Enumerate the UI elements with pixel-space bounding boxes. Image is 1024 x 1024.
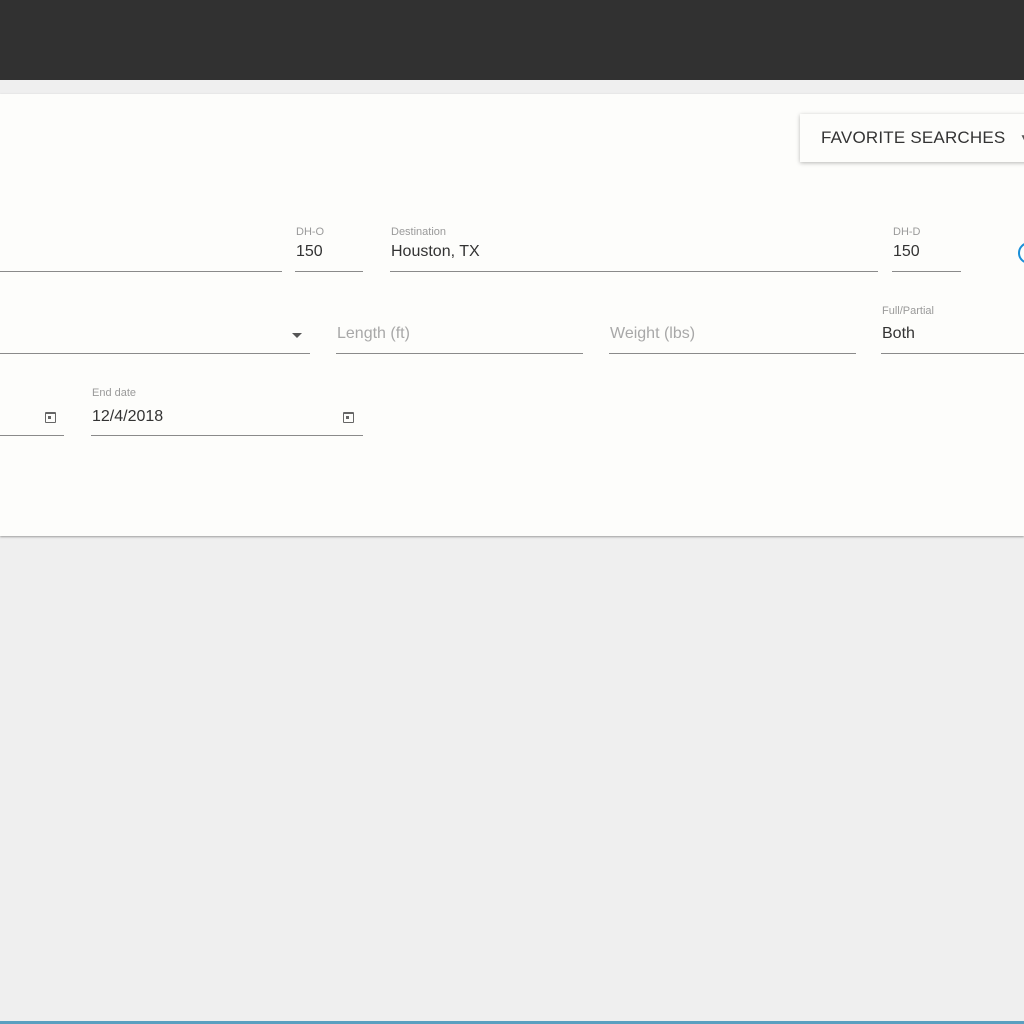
full-partial-value: Both	[882, 325, 915, 342]
start-date-underline	[0, 435, 64, 436]
length-underline	[336, 353, 583, 354]
calendar-icon[interactable]	[45, 412, 56, 423]
length-field[interactable]: Length (ft)	[336, 308, 583, 354]
dh-o-field[interactable]: DH-O 150	[295, 226, 363, 272]
equipment-underline	[0, 353, 310, 354]
end-date-underline	[91, 435, 363, 436]
favorite-searches-label: FAVORITE SEARCHES	[821, 128, 1006, 147]
full-partial-underline	[881, 353, 1024, 354]
weight-field[interactable]: Weight (lbs)	[609, 308, 856, 354]
dh-d-field[interactable]: DH-D 150	[892, 226, 961, 272]
dh-d-label: DH-D	[893, 226, 921, 238]
full-partial-select[interactable]: Full/Partial Both	[881, 305, 1024, 354]
origin-field[interactable]	[0, 226, 282, 272]
destination-label: Destination	[391, 226, 447, 238]
dh-d-value: 150	[893, 243, 920, 260]
dh-o-value: 150	[296, 243, 323, 260]
destination-field[interactable]: Destination Houston, TX	[390, 226, 878, 272]
dh-o-underline	[295, 271, 363, 272]
favorite-searches-button[interactable]: FAVORITE SEARCHES ▼	[800, 114, 1024, 162]
destination-value: Houston, TX	[391, 243, 480, 260]
calendar-icon[interactable]	[343, 412, 354, 423]
top-app-bar	[0, 0, 1024, 80]
dh-o-label: DH-O	[296, 226, 325, 238]
dh-d-underline	[892, 271, 961, 272]
destination-underline	[390, 271, 878, 272]
end-date-value: 12/4/2018	[92, 408, 164, 425]
weight-underline	[609, 353, 856, 354]
chevron-down-icon: ▼	[1019, 133, 1024, 144]
start-date-field[interactable]	[0, 390, 64, 436]
length-placeholder: Length (ft)	[337, 325, 410, 342]
origin-underline	[0, 271, 282, 272]
equipment-select[interactable]	[0, 308, 310, 354]
end-date-label: End date	[92, 387, 137, 399]
weight-placeholder: Weight (lbs)	[610, 325, 696, 342]
full-partial-label: Full/Partial	[882, 305, 934, 317]
end-date-field[interactable]: End date 12/4/2018	[91, 387, 363, 436]
dropdown-arrow-icon	[292, 333, 302, 338]
